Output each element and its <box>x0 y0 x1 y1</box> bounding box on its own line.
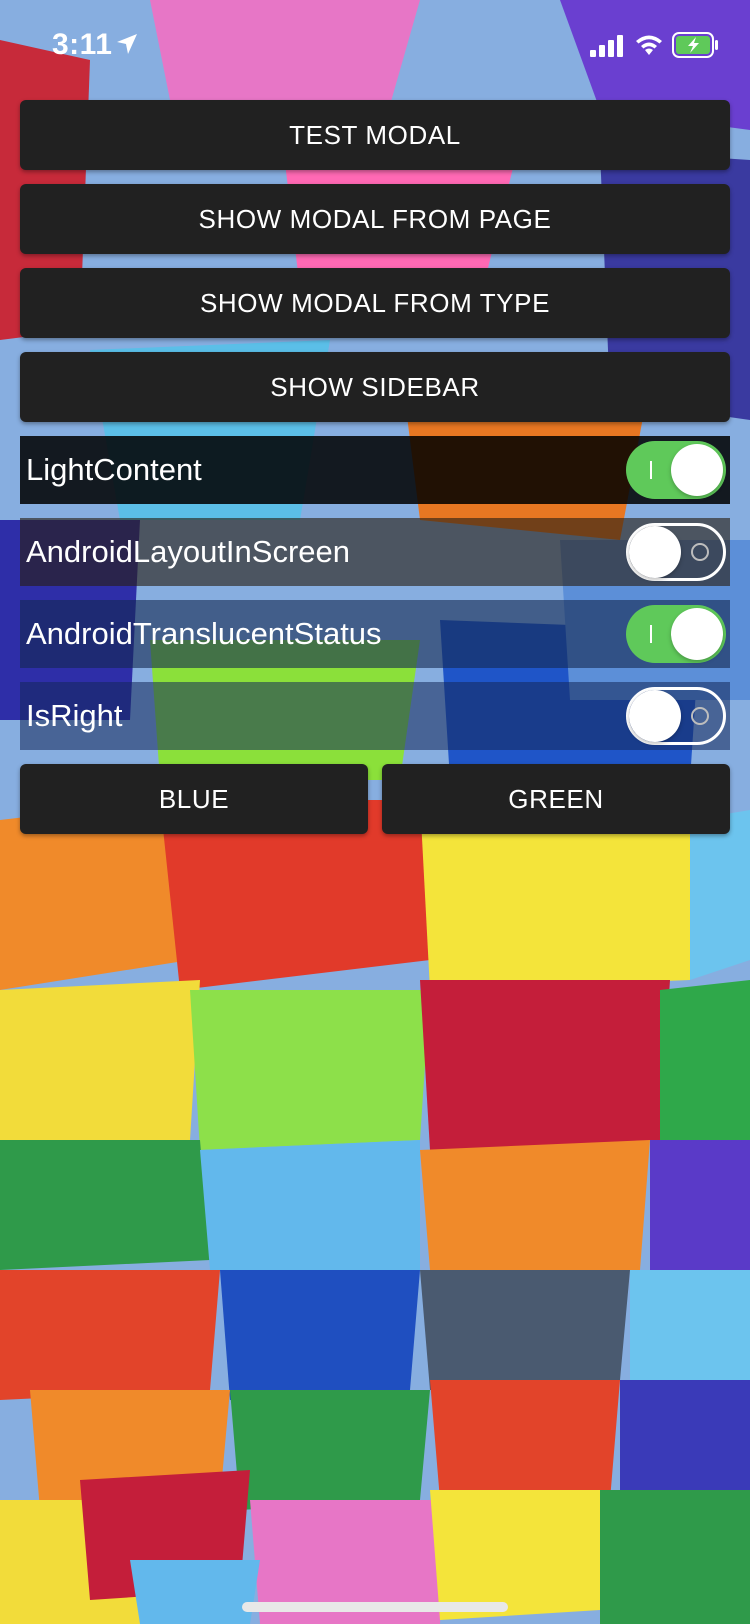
toggle-label-android-layout-in-screen: AndroidLayoutInScreen <box>26 534 351 569</box>
toggle-row-android-translucent-status: AndroidTranslucentStatus <box>20 600 730 668</box>
location-arrow-icon <box>117 34 137 54</box>
show-sidebar-button[interactable]: SHOW SIDEBAR <box>20 352 730 422</box>
toggle-label-is-right: IsRight <box>26 698 123 733</box>
is-right-switch[interactable] <box>626 687 726 745</box>
switch-on-mark-icon <box>650 461 652 479</box>
blue-button[interactable]: BLUE <box>20 764 368 834</box>
switch-on-mark-icon <box>650 625 652 643</box>
toggle-label-light-content: LightContent <box>26 452 202 487</box>
green-button[interactable]: GREEN <box>382 764 730 834</box>
toggle-row-is-right: IsRight <box>20 682 730 750</box>
show-modal-from-page-button[interactable]: SHOW MODAL FROM PAGE <box>20 184 730 254</box>
switch-knob <box>671 444 723 496</box>
cellular-signal-icon <box>590 35 623 57</box>
switch-knob <box>671 608 723 660</box>
toggle-row-light-content: LightContent <box>20 436 730 504</box>
status-time: 3:11 <box>52 28 113 61</box>
status-bar: 3:11 <box>0 0 750 90</box>
switch-knob <box>629 526 681 578</box>
test-modal-button[interactable]: TEST MODAL <box>20 100 730 170</box>
toggle-row-android-layout-in-screen: AndroidLayoutInScreen <box>20 518 730 586</box>
switch-off-mark-icon <box>691 707 709 725</box>
home-indicator[interactable] <box>242 1602 508 1612</box>
battery-charging-icon <box>672 32 718 58</box>
wifi-icon <box>636 35 662 55</box>
switch-knob <box>629 690 681 742</box>
android-layout-in-screen-switch[interactable] <box>626 523 726 581</box>
android-translucent-status-switch[interactable] <box>626 605 726 663</box>
toggle-label-android-translucent-status: AndroidTranslucentStatus <box>26 616 382 651</box>
show-modal-from-type-button[interactable]: SHOW MODAL FROM TYPE <box>20 268 730 338</box>
switch-off-mark-icon <box>691 543 709 561</box>
light-content-switch[interactable] <box>626 441 726 499</box>
